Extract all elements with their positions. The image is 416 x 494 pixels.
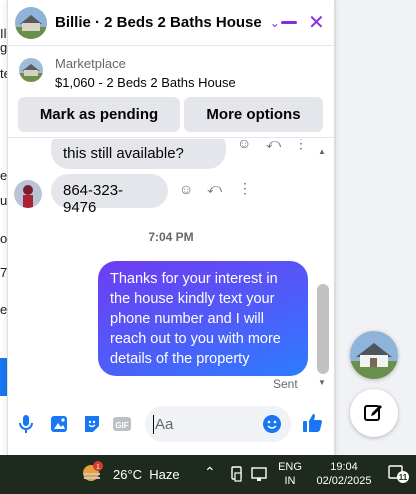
contact-avatar[interactable] <box>15 6 47 39</box>
photo-icon[interactable] <box>50 414 70 439</box>
incoming-message[interactable]: 864-323-9476 <box>51 174 168 216</box>
weather-condition: Haze <box>149 467 180 482</box>
mark-as-pending-button[interactable]: Mark as pending <box>18 97 180 132</box>
show-hidden-icons-icon[interactable]: ⌃ <box>204 464 216 481</box>
language-region: IN <box>284 475 296 487</box>
listing-thumbnail[interactable] <box>19 58 43 82</box>
emoji-reaction-icon[interactable]: ☺ <box>179 181 193 197</box>
clock-date: 02/02/2025 <box>316 475 372 487</box>
notification-count: 11 <box>399 473 408 482</box>
windows-taskbar: 1 26°C Haze ⌃ ENG IN 19:04 02/02/2025 11 <box>0 455 416 494</box>
message-input-placeholder: Aa <box>155 416 174 433</box>
background-right-panel <box>336 0 416 455</box>
chat-header: Billie · 2 Beds 2 Baths House ⌄ ✕ <box>8 0 334 46</box>
minimize-icon[interactable] <box>281 21 297 24</box>
text-cursor <box>153 415 154 434</box>
like-icon[interactable] <box>302 412 324 439</box>
message-status: Sent <box>273 377 298 391</box>
message-input[interactable]: Aa <box>145 406 291 442</box>
chat-title[interactable]: Billie · 2 Beds 2 Baths House <box>55 14 262 31</box>
scroll-down-arrow[interactable]: ▼ <box>318 378 326 387</box>
svg-text:GIF: GIF <box>115 421 128 430</box>
close-icon[interactable]: ✕ <box>308 13 325 33</box>
new-message-button[interactable] <box>350 389 398 437</box>
emoji-reaction-icon[interactable]: ☺ <box>237 139 251 151</box>
contact-avatar <box>14 180 42 208</box>
weather-text[interactable]: 26°C Haze <box>113 467 180 482</box>
incoming-message: this still available? <box>51 139 226 169</box>
chat-window: Billie · 2 Beds 2 Baths House ⌄ ✕ Market… <box>7 0 335 455</box>
device-icon[interactable] <box>230 466 244 487</box>
weather-icon[interactable]: 1 <box>81 461 105 485</box>
weather-badge: 1 <box>96 464 100 471</box>
listing-title[interactable]: $1,060 - 2 Beds 2 Baths House <box>55 75 236 90</box>
message-composer: GIF Aa <box>8 400 334 450</box>
outgoing-message[interactable]: Thanks for your interest in the house ki… <box>98 261 308 376</box>
language-code: ENG <box>278 461 302 473</box>
listing-source: Marketplace <box>55 56 126 71</box>
listing-banner: Marketplace $1,060 - 2 Beds 2 Baths Hous… <box>8 46 334 138</box>
message-timestamp: 7:04 PM <box>148 230 194 244</box>
temperature: 26°C <box>113 467 143 482</box>
scroll-up-arrow[interactable]: ▲ <box>318 147 326 156</box>
more-icon[interactable]: ⋮ <box>238 180 252 197</box>
scrollbar-thumb[interactable] <box>317 284 329 374</box>
message-list: this still available? ☺ ⤺ ⋮ 864-323-9476… <box>8 139 334 393</box>
microphone-icon[interactable] <box>18 414 34 439</box>
system-clock[interactable]: 19:04 02/02/2025 <box>314 460 374 488</box>
clock-time: 19:04 <box>330 461 358 473</box>
network-icon[interactable] <box>251 466 269 487</box>
language-indicator[interactable]: ENG IN <box>278 460 302 488</box>
more-options-button[interactable]: More options <box>184 97 323 132</box>
sticker-icon[interactable] <box>82 414 102 439</box>
background-blue-button <box>0 358 7 396</box>
emoji-icon[interactable] <box>262 414 282 439</box>
reply-icon[interactable]: ⤺ <box>207 180 222 197</box>
chevron-down-icon[interactable]: ⌄ <box>270 16 280 30</box>
notification-center-icon[interactable]: 11 <box>388 464 410 484</box>
more-icon[interactable]: ⋮ <box>294 139 308 152</box>
chat-head-avatar[interactable] <box>350 331 398 379</box>
gif-icon[interactable]: GIF <box>112 414 132 439</box>
reply-icon[interactable]: ⤺ <box>266 139 281 152</box>
compose-icon <box>364 405 382 421</box>
